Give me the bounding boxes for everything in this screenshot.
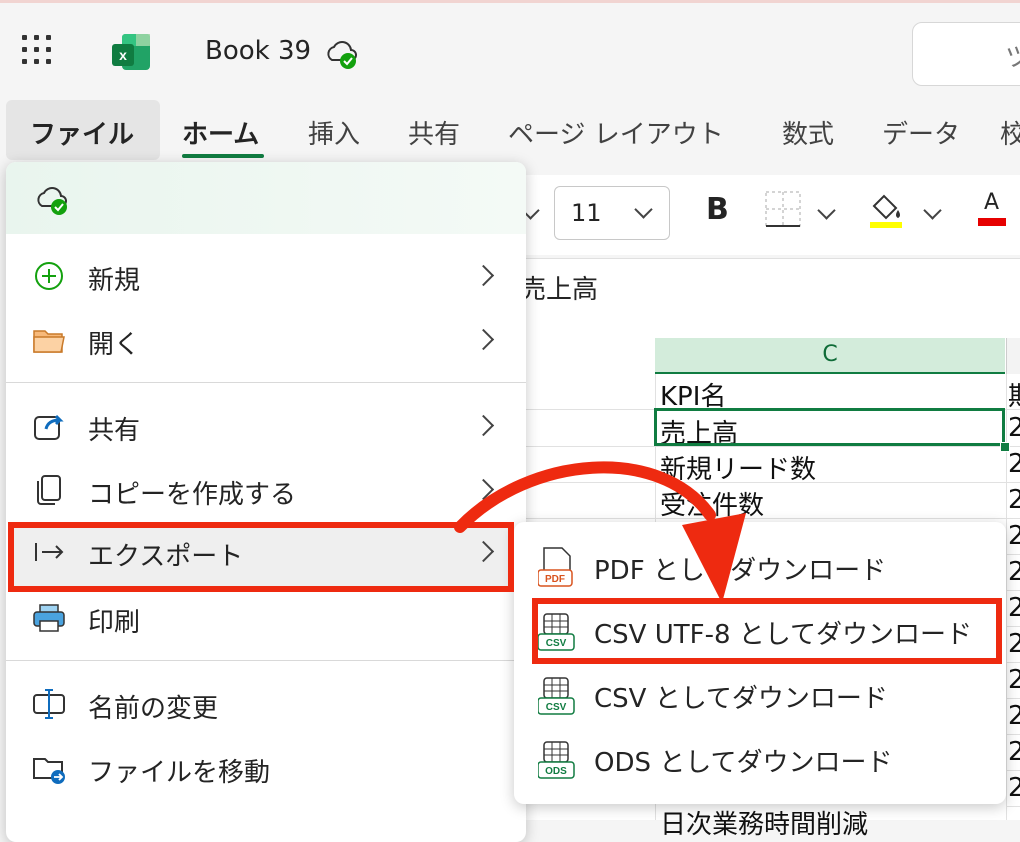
annotation-arrow — [454, 461, 746, 603]
tab-data[interactable]: データ — [882, 114, 960, 151]
svg-text:CSV: CSV — [546, 702, 567, 713]
borders-icon[interactable] — [764, 190, 802, 228]
tab-page-layout[interactable]: ページ レイアウト — [508, 114, 724, 151]
submenu-item-csv[interactable]: CSV CSV としてダウンロード — [514, 664, 1006, 728]
selected-cell[interactable] — [654, 408, 1005, 446]
ods-file-icon: ODS — [538, 741, 575, 779]
column-header-d[interactable] — [1006, 338, 1020, 374]
submenu-item-ods[interactable]: ODS ODS としてダウンロード — [514, 728, 1006, 792]
svg-text:ODS: ODS — [545, 766, 567, 777]
file-menu-header — [6, 162, 526, 234]
cell-d10[interactable]: 2 — [1008, 665, 1020, 695]
csv-file-icon: CSV — [538, 677, 575, 715]
bold-button[interactable]: B — [706, 192, 729, 227]
excel-logo-icon: x — [112, 34, 150, 70]
tab-file[interactable]: ファイル — [6, 100, 160, 160]
tab-insert[interactable]: 挿入 — [308, 114, 360, 151]
chevron-down-icon — [634, 200, 653, 219]
plus-circle-icon — [35, 262, 63, 290]
cell-d6[interactable]: 2 — [1008, 521, 1020, 551]
formula-bar[interactable]: 売上高 — [520, 258, 1020, 310]
annotation-box-csv-utf8 — [532, 598, 1002, 664]
menu-item-open[interactable]: 開く — [6, 310, 526, 372]
cell-d2[interactable]: 期 — [1008, 376, 1020, 413]
move-file-icon — [33, 758, 65, 784]
copy-icon — [37, 475, 61, 505]
fill-color-icon[interactable] — [866, 188, 906, 230]
cell-d13[interactable]: 2 — [1008, 773, 1020, 803]
share-icon — [34, 414, 64, 440]
menu-item-rename[interactable]: 名前の変更 — [6, 674, 526, 736]
menu-item-share[interactable]: 共有 — [6, 396, 526, 458]
cell-d5[interactable]: 2 — [1008, 485, 1020, 515]
printer-icon — [33, 604, 65, 632]
folder-icon — [33, 330, 65, 353]
rename-icon — [33, 689, 65, 719]
cloud-saved-icon — [37, 187, 67, 215]
menu-item-new[interactable]: 新規 — [6, 246, 526, 308]
tab-formulas[interactable]: 数式 — [782, 114, 834, 151]
tab-home[interactable]: ホーム — [182, 114, 259, 151]
font-color-button[interactable]: A — [978, 190, 1006, 228]
title-bar — [0, 0, 1020, 100]
app-launcher-icon[interactable] — [22, 35, 52, 65]
cell-d3[interactable]: 2 — [1008, 413, 1020, 443]
menu-item-move-file[interactable]: ファイルを移動 — [6, 738, 526, 800]
search-box[interactable]: ツ — [912, 22, 1020, 86]
annotation-box-export — [8, 522, 514, 592]
cell-d4[interactable]: 2 — [1008, 449, 1020, 479]
cell-d11[interactable]: 2 — [1008, 701, 1020, 731]
cloud-saved-icon — [327, 41, 357, 69]
cell-d9[interactable]: 2 — [1008, 629, 1020, 659]
svg-text:x: x — [119, 47, 127, 63]
cell-c6[interactable]: 日次業務時間削減 — [660, 804, 868, 841]
font-size-select[interactable]: 11 — [554, 186, 670, 240]
cell-d7[interactable]: 2 — [1008, 557, 1020, 587]
chevron-right-icon — [472, 264, 495, 287]
tab-share[interactable]: 共有 — [408, 114, 460, 151]
chevron-right-icon — [472, 328, 495, 351]
fill-handle[interactable] — [1000, 442, 1010, 452]
active-tab-indicator — [182, 154, 264, 158]
document-title[interactable]: Book 39 — [205, 36, 311, 66]
tab-review[interactable]: 校 — [1000, 114, 1020, 151]
cell-d12[interactable]: 2 — [1008, 737, 1020, 767]
cell-d8[interactable]: 2 — [1008, 593, 1020, 623]
chevron-right-icon — [472, 414, 495, 437]
column-header-c[interactable]: C — [655, 338, 1005, 374]
